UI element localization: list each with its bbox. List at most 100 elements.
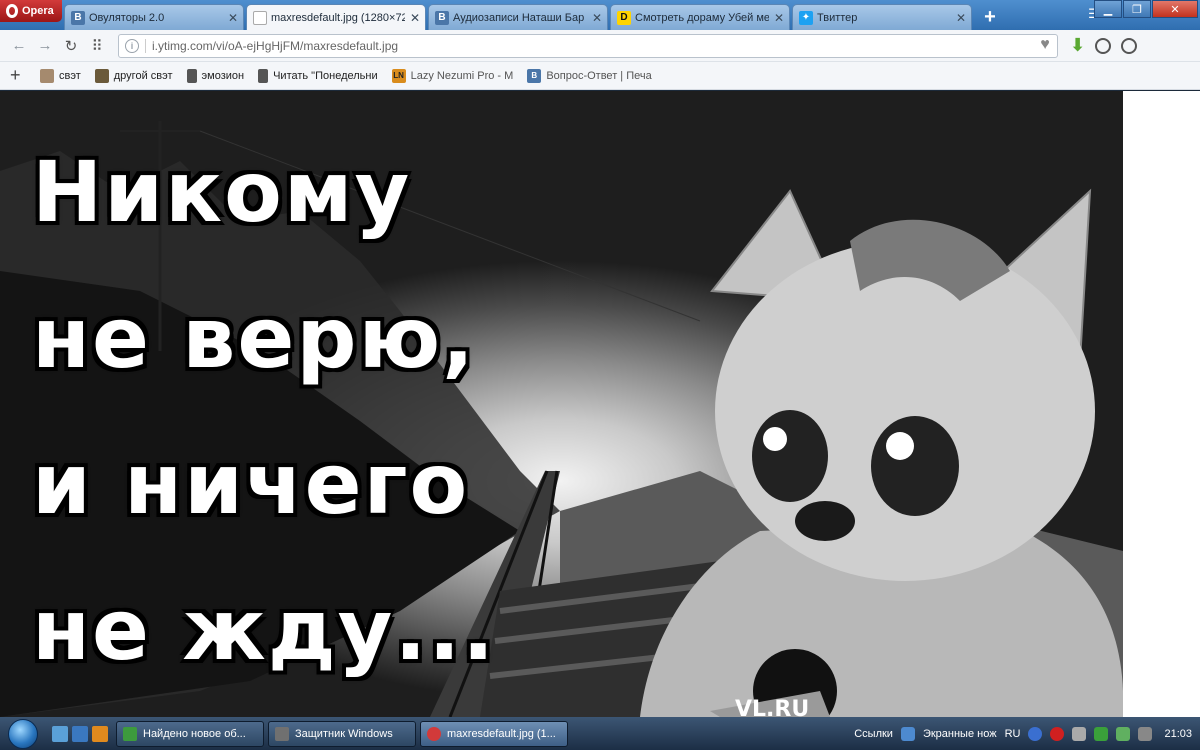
eye-highlight bbox=[886, 432, 914, 460]
system-tray: Ссылки Экранные нож RU 21:03 bbox=[854, 726, 1200, 741]
tab-title: Твиттер bbox=[817, 11, 858, 24]
eye-highlight bbox=[763, 427, 787, 451]
taskbar-item-opera[interactable]: maxresdefault.jpg (1... bbox=[420, 720, 568, 747]
close-window-button[interactable]: ✕ bbox=[1152, 0, 1198, 18]
bookmark-vopros-otvet[interactable]: B Вопрос-Ответ | Печа bbox=[527, 68, 652, 83]
media-player-icon[interactable] bbox=[92, 725, 108, 742]
address-bar[interactable]: i i.ytimg.com/vi/oA-ejHgHjFM/maxresdefau… bbox=[118, 33, 1058, 58]
language-indicator[interactable]: RU bbox=[1005, 728, 1021, 740]
tab-audio[interactable]: B Аудиозаписи Наташи Бар ✕ bbox=[428, 4, 608, 30]
utorrent-icon[interactable] bbox=[1094, 726, 1109, 741]
forward-arrow-icon[interactable]: → bbox=[34, 35, 56, 57]
download-arrow-icon[interactable]: ⬇ bbox=[1070, 35, 1085, 56]
tab-title: Смотреть дораму Убей ме bbox=[635, 11, 769, 24]
page-background bbox=[1123, 91, 1200, 717]
caption-line-3: и ничего bbox=[32, 435, 470, 533]
tab-title: Овуляторы 2.0 bbox=[89, 11, 165, 24]
bookmark-drugoy-svet[interactable]: другой свэт bbox=[94, 68, 173, 83]
bluetooth-icon[interactable] bbox=[1072, 726, 1087, 741]
caption-line-1: Никому bbox=[32, 143, 412, 241]
image-file-icon bbox=[253, 10, 267, 25]
no-entry-icon[interactable] bbox=[1050, 726, 1065, 741]
displayed-image[interactable]: VL.RU Никому не верю, и ничего не жду... bbox=[0, 91, 1123, 717]
bookmarks-bar: + свэт другой свэт эмозион Читать "Понед… bbox=[0, 62, 1200, 90]
document-icon bbox=[258, 68, 269, 83]
taskbar-item-label: Найдено новое об... bbox=[143, 727, 246, 740]
explorer-icon[interactable] bbox=[72, 725, 88, 742]
found-hardware-icon bbox=[123, 726, 137, 741]
add-bookmark-icon[interactable]: + bbox=[10, 65, 26, 86]
close-icon[interactable]: ✕ bbox=[409, 11, 421, 25]
taskbar-item-found[interactable]: Найдено новое об... bbox=[116, 720, 264, 747]
bookmark-label: свэт bbox=[59, 69, 81, 82]
image-thumbnail-icon bbox=[94, 68, 109, 83]
vk-icon: B bbox=[527, 68, 542, 83]
bookmark-label: эмозион bbox=[201, 69, 245, 82]
taskbar-item-defender[interactable]: Защитник Windows bbox=[268, 720, 416, 747]
opera-label: Opera bbox=[22, 5, 54, 17]
reload-icon[interactable]: ↻ bbox=[60, 35, 82, 57]
info-icon[interactable]: i bbox=[125, 38, 139, 53]
heart-bookmark-icon[interactable]: ♥ bbox=[1033, 36, 1057, 56]
page-content: VL.RU Никому не верю, и ничего не жду... bbox=[0, 91, 1200, 717]
windows-orb-icon bbox=[8, 718, 38, 749]
speed-dial-grid-icon[interactable]: ⠿ bbox=[86, 35, 108, 57]
tab-title: Аудиозаписи Наташи Бар bbox=[453, 11, 585, 24]
mascot-nose bbox=[795, 501, 855, 541]
bookmark-svet[interactable]: свэт bbox=[40, 68, 81, 83]
maximize-button[interactable]: ❐ bbox=[1123, 0, 1151, 18]
bookmark-label: Читать "Понедельни bbox=[273, 69, 378, 82]
vk-icon: B bbox=[435, 10, 449, 25]
tab-twitter[interactable]: ✦ Твиттер ✕ bbox=[792, 4, 972, 30]
quick-launch bbox=[52, 725, 108, 742]
bookmark-lazy-nezumi[interactable]: LN Lazy Nezumi Pro - M bbox=[391, 68, 514, 83]
new-tab-button[interactable]: + bbox=[978, 6, 1002, 28]
image-caption: Никому не верю, и ничего не жду... bbox=[32, 119, 552, 703]
divider bbox=[145, 38, 146, 53]
tab-maxresdefault[interactable]: maxresdefault.jpg (1280×720) ✕ bbox=[246, 4, 426, 30]
screen-keyboard-label[interactable]: Экранные нож bbox=[923, 728, 997, 740]
url-text[interactable]: i.ytimg.com/vi/oA-ejHgHjFM/maxresdefault… bbox=[152, 39, 1027, 53]
tab-dorama[interactable]: D Смотреть дораму Убей ме ✕ bbox=[610, 4, 790, 30]
opera-logo-icon bbox=[6, 4, 18, 18]
tab-strip: B Овуляторы 2.0 ✕ maxresdefault.jpg (128… bbox=[64, 4, 1002, 30]
bookmark-emozion[interactable]: эмозион bbox=[186, 68, 245, 83]
ln-icon: LN bbox=[391, 68, 406, 83]
toolbar-right: ⬇ bbox=[1070, 35, 1138, 56]
volume-icon[interactable] bbox=[1138, 726, 1153, 741]
bookmark-label: Вопрос-Ответ | Печа bbox=[546, 69, 652, 82]
dorama-icon: D bbox=[617, 10, 631, 25]
close-icon[interactable]: ✕ bbox=[591, 11, 603, 25]
image-thumbnail-icon bbox=[40, 68, 54, 83]
vk-icon: B bbox=[71, 10, 85, 25]
tab-bar: Opera B Овуляторы 2.0 ✕ maxresdefault.jp… bbox=[0, 0, 1200, 30]
turbo-icon[interactable] bbox=[1095, 37, 1112, 54]
taskbar-item-label: Защитник Windows bbox=[295, 727, 393, 740]
tab-ovulyatory[interactable]: B Овуляторы 2.0 ✕ bbox=[64, 4, 244, 30]
window-controls: ▁ ❐ ✕ bbox=[1094, 0, 1198, 18]
close-icon[interactable]: ✕ bbox=[227, 11, 239, 25]
profile-icon[interactable] bbox=[1121, 37, 1138, 54]
opera-menu-button[interactable]: Opera bbox=[0, 0, 62, 22]
caption-line-4: не жду... bbox=[32, 581, 497, 679]
bookmark-chitat[interactable]: Читать "Понедельни bbox=[258, 68, 378, 83]
show-desktop-icon[interactable] bbox=[52, 725, 68, 742]
mic-logo-text: VL.RU bbox=[735, 697, 809, 717]
links-toolbar[interactable]: Ссылки bbox=[854, 728, 893, 740]
twitter-bird-icon: ✦ bbox=[799, 10, 813, 25]
minimize-button[interactable]: ▁ bbox=[1094, 0, 1122, 18]
back-arrow-icon[interactable]: ← bbox=[8, 35, 30, 57]
close-icon[interactable]: ✕ bbox=[773, 11, 785, 25]
bookmark-label: Lazy Nezumi Pro - M bbox=[410, 69, 514, 82]
document-icon bbox=[186, 68, 197, 83]
network-icon[interactable] bbox=[1116, 726, 1131, 741]
close-icon[interactable]: ✕ bbox=[955, 11, 967, 25]
help-icon[interactable] bbox=[1028, 726, 1043, 741]
taskbar-item-label: maxresdefault.jpg (1... bbox=[447, 727, 556, 740]
navigation-bar: ← → ↻ ⠿ i i.ytimg.com/vi/oA-ejHgHjFM/max… bbox=[0, 30, 1200, 62]
mascot-right-eye bbox=[871, 416, 959, 516]
monitor-icon bbox=[900, 726, 915, 741]
clock[interactable]: 21:03 bbox=[1164, 728, 1192, 740]
start-button[interactable] bbox=[0, 717, 46, 750]
defender-icon bbox=[275, 726, 289, 741]
